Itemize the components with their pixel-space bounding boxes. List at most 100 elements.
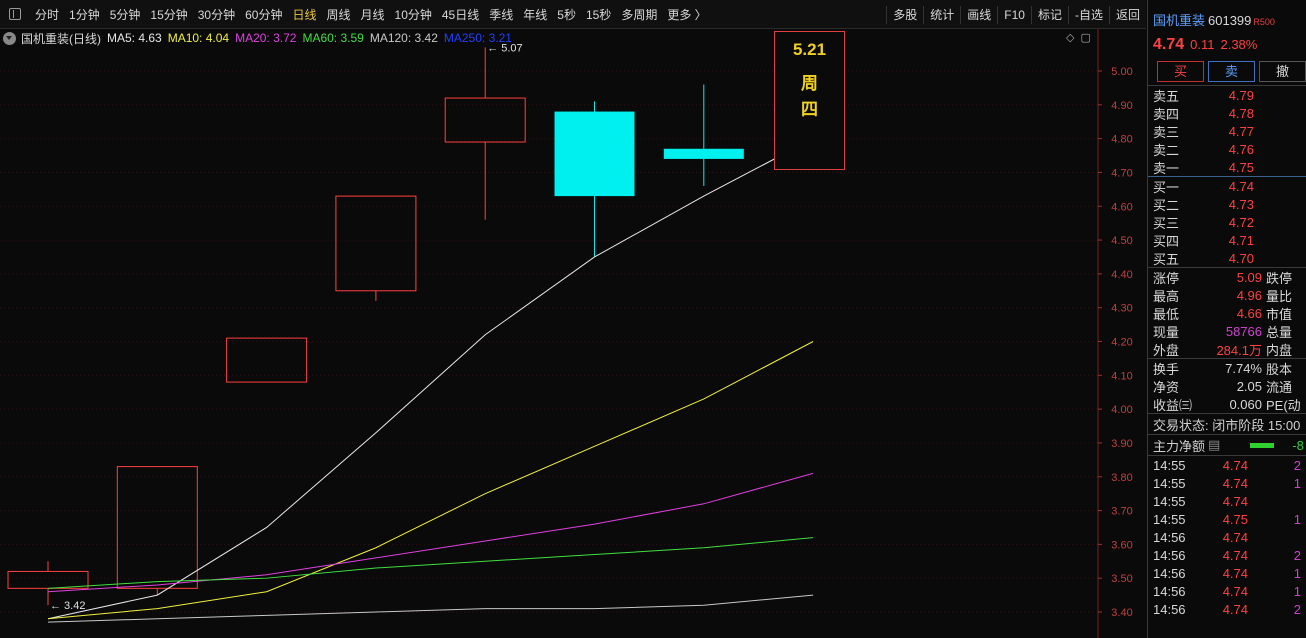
stat-value: 4.96: [1236, 287, 1262, 303]
y-tick-label: 4.10: [1111, 370, 1132, 382]
period-tab[interactable]: 15秒: [581, 6, 616, 23]
period-tab[interactable]: 季线: [484, 6, 518, 23]
sell-button[interactable]: 卖: [1208, 61, 1255, 82]
y-tick-label: 3.90: [1111, 438, 1132, 450]
period-tab[interactable]: 年线: [518, 6, 552, 23]
stat-label-2: PE(动: [1266, 397, 1301, 413]
tick-time: 14:55: [1153, 493, 1186, 509]
ask-row[interactable]: 卖一 4.75: [1148, 158, 1306, 176]
period-tab[interactable]: 月线: [356, 6, 390, 23]
period-tab[interactable]: 30分钟: [193, 6, 240, 23]
stat-label-2: 市值: [1266, 306, 1293, 322]
period-tab[interactable]: 更多 〉: [662, 6, 711, 23]
tool-button[interactable]: 多股: [886, 5, 923, 24]
y-tick-label: 4.70: [1111, 167, 1132, 179]
tick-time: 14:56: [1153, 547, 1186, 563]
restore-icon[interactable]: ▢: [1080, 31, 1090, 44]
kline-chart[interactable]: 5.00 4.90 4.80 4.70 4.60 4.50 4.40 4.30 4.20 4.10…: [0, 29, 1146, 638]
y-tick-label: 4.40: [1111, 269, 1132, 281]
ma-line-ma120: [47, 594, 814, 623]
stat-label: 换手: [1153, 361, 1180, 377]
diamond-icon[interactable]: ◇: [1066, 31, 1074, 44]
bid-row[interactable]: 买四 4.71: [1148, 231, 1306, 249]
stock-name[interactable]: 国机重装: [1153, 13, 1205, 28]
ask-price: 4.79: [1228, 87, 1254, 103]
tool-button[interactable]: -自选: [1067, 5, 1109, 24]
tick-row: 14:56 4.74 1: [1148, 582, 1306, 600]
tick-time: 14:55: [1153, 511, 1186, 527]
candle-body: [335, 195, 417, 292]
date-tooltip-date: 5.21: [792, 40, 827, 59]
bid-row[interactable]: 买二 4.73: [1148, 195, 1306, 213]
list-icon[interactable]: ▤: [1208, 437, 1220, 453]
tick-price: 4.74: [1222, 565, 1248, 581]
stat-row: 最高 4.96 量比: [1148, 286, 1306, 304]
tick-price: 4.74: [1222, 601, 1248, 617]
tool-button[interactable]: 返回: [1108, 5, 1146, 24]
stat-value: 4.66: [1236, 305, 1262, 321]
ask-label: 卖五: [1153, 88, 1180, 104]
bid-row[interactable]: 买三 4.72: [1148, 213, 1306, 231]
bid-label: 买四: [1153, 233, 1180, 249]
period-tab[interactable]: 多周期: [616, 6, 662, 23]
y-tick-label: 5.00: [1111, 66, 1132, 78]
period-tab[interactable]: 15分钟: [145, 6, 192, 23]
ask-row[interactable]: 卖四 4.78: [1148, 104, 1306, 122]
period-tab[interactable]: 日线: [287, 6, 321, 23]
ask-label: 卖四: [1153, 106, 1180, 122]
ask-row[interactable]: 卖五 4.79: [1148, 86, 1306, 104]
ask-row[interactable]: 卖二 4.76: [1148, 140, 1306, 158]
stat-value: 2.05: [1236, 378, 1262, 394]
bid-label: 买一: [1153, 179, 1180, 195]
period-tab[interactable]: 周线: [321, 6, 355, 23]
bid-row[interactable]: 买五 4.70: [1148, 249, 1306, 267]
ma-line-ma20: [47, 472, 814, 593]
panel-toggle-icon[interactable]: [9, 8, 21, 20]
y-tick-label: 4.50: [1111, 235, 1132, 247]
fundamental-stats: 换手 7.74% 股本 净资 2.05 流通 收益㈢ 0.060 PE(动: [1148, 359, 1306, 413]
stat-label: 涨停: [1153, 270, 1180, 286]
stat-row: 净资 2.05 流通: [1148, 377, 1306, 395]
bid-row[interactable]: 买一 4.74: [1148, 177, 1306, 195]
period-tab[interactable]: 45日线: [437, 6, 484, 23]
ask-price: 4.75: [1228, 159, 1254, 175]
tick-time: 14:56: [1153, 601, 1186, 617]
tick-qty: 2: [1293, 547, 1301, 563]
tick-row: 14:55 4.75 1: [1148, 510, 1306, 528]
main-flow-value: -8: [1292, 437, 1304, 453]
period-tab[interactable]: 1分钟: [64, 6, 105, 23]
legend-toggle-icon[interactable]: [3, 31, 16, 45]
tick-list[interactable]: 14:55 4.74 2 14:55 4.74 1 14:55 4.74 14:55 4.75 1 1…: [1148, 456, 1306, 618]
period-tab[interactable]: 60分钟: [240, 6, 287, 23]
tool-button[interactable]: 画线: [960, 5, 997, 24]
price-row: 4.74 0.11 2.38%: [1148, 33, 1306, 57]
candle-body: [663, 148, 744, 159]
quote-header: 国机重装 601399 R500: [1148, 0, 1306, 33]
ask-label: 卖一: [1153, 160, 1180, 176]
period-tab[interactable]: 分时: [30, 6, 64, 23]
tool-buttons: 多股 统计 画线 F10 标记 -自选 返回: [886, 0, 1146, 29]
ma-legend-item: MA10: 4.04: [167, 31, 230, 45]
stat-row: 换手 7.74% 股本: [1148, 359, 1306, 377]
period-tab[interactable]: 10分钟: [390, 6, 437, 23]
tool-button[interactable]: 统计: [923, 5, 960, 24]
tick-qty: 2: [1293, 601, 1301, 617]
stat-label-2: 跌停: [1266, 270, 1293, 286]
tick-price: 4.74: [1222, 457, 1248, 473]
cancel-order-button[interactable]: 撤: [1259, 61, 1306, 82]
period-tab[interactable]: 5分钟: [105, 6, 146, 23]
period-tab[interactable]: 5秒: [552, 6, 581, 23]
date-tooltip: 5.21 周 四: [774, 31, 845, 170]
ma-legend-item: MA5: 4.63: [107, 31, 162, 45]
quote-panel: 国机重装 601399 R500 4.74 0.11 2.38% 买 卖 撤 卖五 4.7…: [1147, 0, 1306, 638]
tool-button[interactable]: 标记: [1030, 5, 1068, 24]
ask-price: 4.77: [1228, 123, 1254, 139]
ma-line-ma10: [47, 341, 814, 620]
y-tick-label: 4.20: [1111, 337, 1132, 349]
ask-row[interactable]: 卖三 4.77: [1148, 122, 1306, 140]
y-tick-label: 3.40: [1111, 607, 1132, 619]
trade-buttons: 买 卖 撤: [1148, 57, 1306, 85]
tool-button[interactable]: F10: [997, 5, 1031, 24]
ma-line-ma5: [47, 138, 814, 620]
buy-button[interactable]: 买: [1157, 61, 1204, 82]
